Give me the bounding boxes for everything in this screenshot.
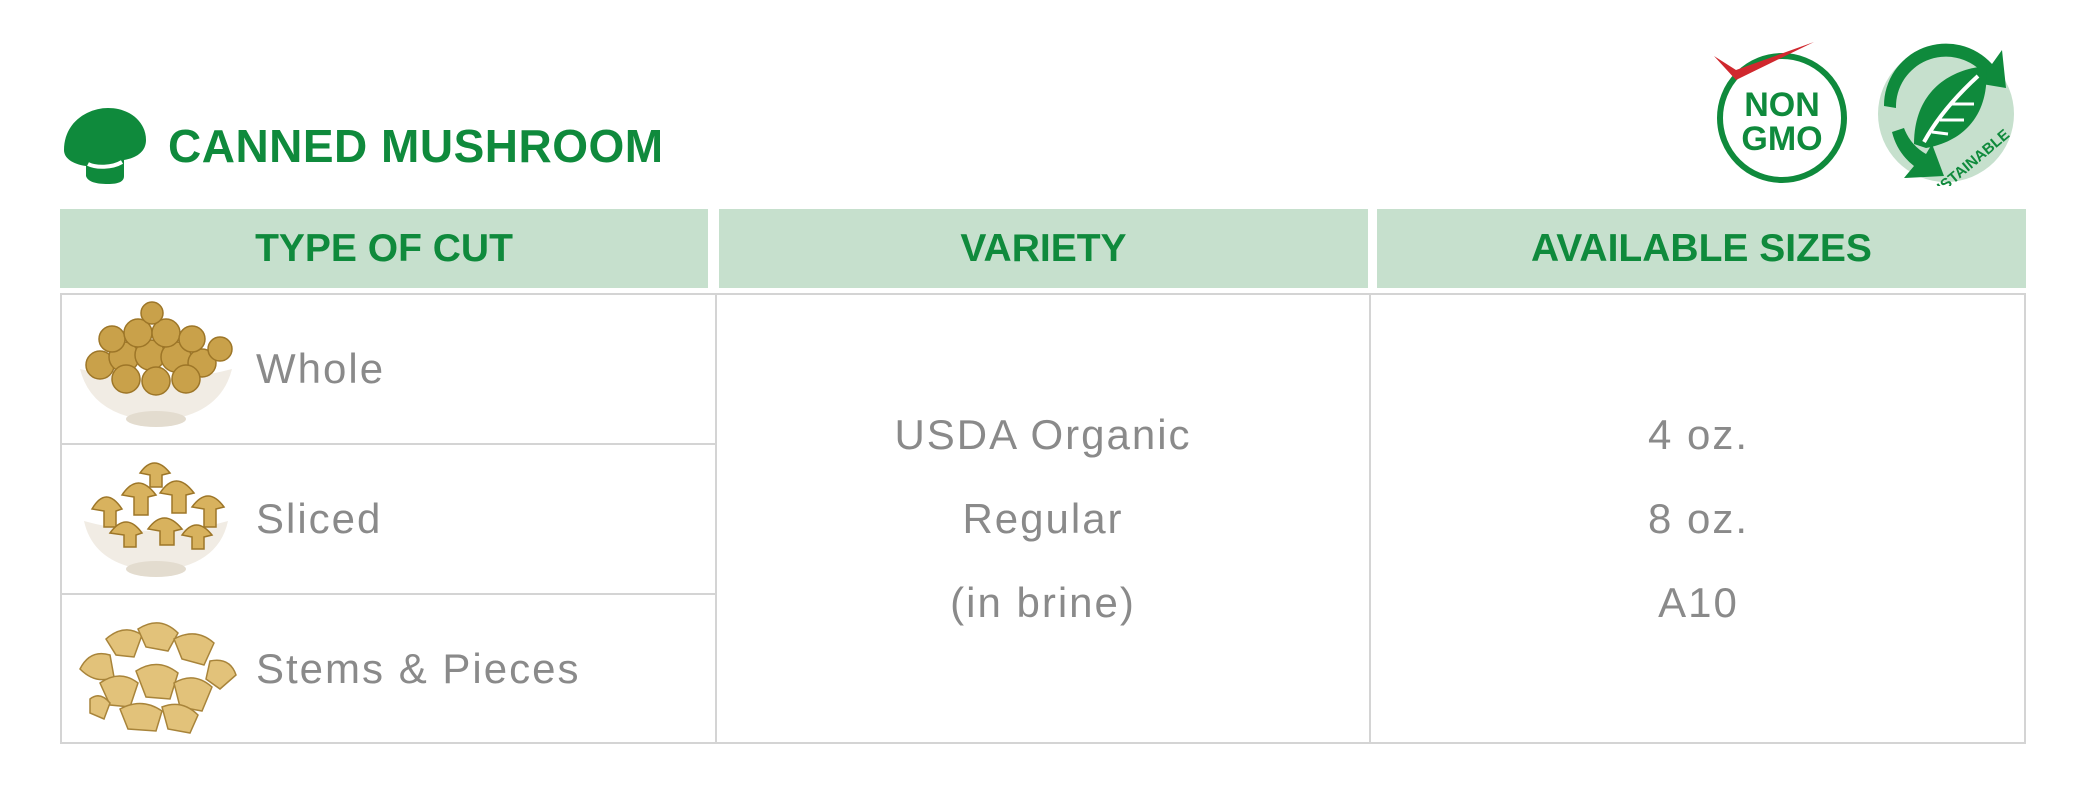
header-variety-label: VARIETY [960, 226, 1127, 270]
variety-line: Regular [962, 494, 1124, 542]
cut-label-whole: Whole [256, 345, 386, 392]
certification-badges: NON GMO SUSTAINABLE [1706, 36, 2018, 186]
whole-mushrooms-image [80, 301, 233, 427]
cut-label-stems-pieces: Stems & Pieces [256, 645, 581, 692]
stems-pieces-image [79, 622, 237, 734]
header-available-sizes-label: AVAILABLE SIZES [1531, 226, 1872, 270]
non-gmo-badge-icon: NON GMO [1714, 42, 1847, 183]
non-gmo-line2: GMO [1741, 120, 1822, 158]
table-row-stems-pieces: Stems & Pieces [62, 595, 715, 743]
mushroom-icon [64, 108, 146, 184]
sizes-cell: 4 oz. 8 oz. A10 [1371, 293, 2026, 744]
variety-line: (in brine) [950, 578, 1136, 626]
size-item: 4 oz. [1647, 410, 1750, 458]
page-title: CANNED MUSHROOM [168, 120, 664, 172]
size-item: A10 [1658, 578, 1739, 626]
table-row-whole: Whole [62, 295, 715, 443]
product-table: TYPE OF CUT VARIETY AVAILABLE SIZES Whol… [60, 209, 2026, 744]
cut-label-sliced: Sliced [256, 495, 383, 542]
sustainable-leaf-badge-icon: SUSTAINABLE [1878, 43, 2014, 186]
size-item: 8 oz. [1647, 494, 1750, 542]
variety-cell: USDA Organic Regular (in brine) [717, 293, 1369, 744]
product-title-block: CANNED MUSHROOM [62, 106, 664, 186]
header-available-sizes: AVAILABLE SIZES [1377, 209, 2026, 288]
table-row-sliced: Sliced [62, 445, 715, 593]
header-type-of-cut-label: TYPE OF CUT [255, 226, 513, 270]
sliced-mushrooms-image [84, 462, 228, 577]
non-gmo-line1: NON [1744, 86, 1820, 124]
header-variety: VARIETY [719, 209, 1368, 288]
header-type-of-cut: TYPE OF CUT [60, 209, 708, 288]
variety-line: USDA Organic [894, 410, 1192, 458]
